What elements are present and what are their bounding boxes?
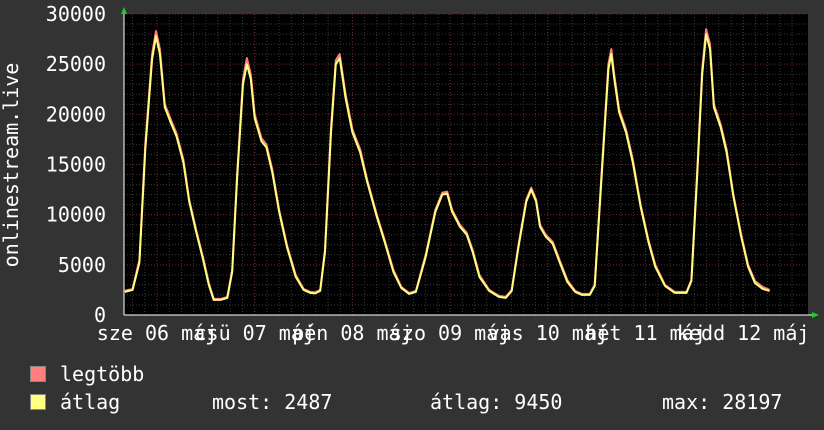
y-tick-label: 30000 <box>46 2 106 26</box>
y-tick-label: 5000 <box>58 253 106 277</box>
stat-average: átlag: 9450 <box>430 390 563 414</box>
stat-max: max: 28197 <box>662 390 783 414</box>
stat-current: most: 2487 <box>212 390 333 414</box>
line-chart: 050001000015000200002500030000sze 06 máj… <box>0 2 819 345</box>
x-axis-arrow <box>812 312 819 318</box>
y-tick-label: 15000 <box>46 153 106 177</box>
chart-grid <box>124 13 808 316</box>
legend-label-avg: átlag <box>60 390 121 414</box>
y-tick-label: 10000 <box>46 203 106 227</box>
legend-swatch-max <box>30 366 46 382</box>
legend-swatch-avg <box>30 394 46 410</box>
legend-label-max: legtöbb <box>60 362 145 386</box>
x-tick-label: kedd 12 máj <box>677 321 809 345</box>
y-axis-arrow <box>121 7 127 14</box>
y-tick-label: 20000 <box>46 102 106 126</box>
y-tick-label: 25000 <box>46 52 106 76</box>
y-axis-label: onlinestream.live <box>0 63 23 268</box>
